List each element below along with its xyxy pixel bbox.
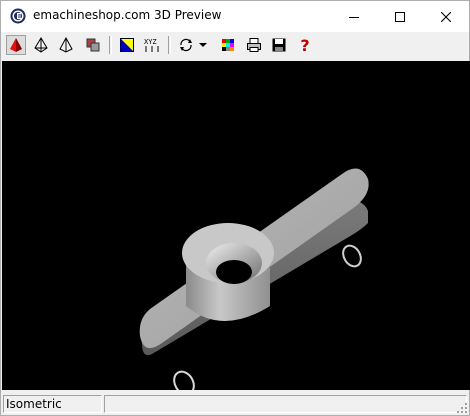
end-hole-left [173, 370, 195, 396]
window-title: emachineshop.com 3D Preview [33, 8, 222, 22]
xyz-axes-icon: XYZ [144, 38, 159, 52]
color-palette-icon [222, 39, 234, 51]
status-view-mode: Isometric [3, 395, 102, 413]
xyz-axes-button[interactable]: XYZ [142, 35, 162, 55]
toolbar-separator [109, 36, 112, 54]
minimize-button[interactable] [331, 1, 377, 32]
3d-model [139, 168, 369, 396]
help-icon: ? [300, 35, 310, 55]
title-bar[interactable]: emachineshop.com 3D Preview [1, 1, 469, 32]
help-button[interactable]: ? [295, 35, 315, 55]
save-icon [272, 38, 286, 52]
solid-view-icon [10, 38, 22, 52]
maximize-button[interactable] [377, 1, 423, 32]
svg-text:XYZ: XYZ [144, 38, 157, 46]
boss-hole-inner [216, 260, 252, 284]
emachineshop-logo-icon [10, 8, 26, 24]
preview-window: emachineshop.com 3D Preview XYZ ? Isomet… [0, 0, 470, 416]
print-icon [247, 38, 261, 52]
toolbar: XYZ ? [1, 32, 469, 60]
3d-viewport[interactable] [2, 61, 470, 396]
outline-view-icon [59, 37, 73, 53]
rotate-button[interactable] [176, 35, 196, 55]
solid-view-button[interactable] [6, 35, 26, 55]
color-palette-button[interactable] [218, 35, 238, 55]
close-icon [441, 11, 451, 22]
status-panel [104, 395, 467, 413]
toolbar-separator [168, 36, 171, 54]
wireframe-view-icon [34, 37, 48, 53]
close-button[interactable] [423, 1, 469, 32]
wireframe-view-button[interactable] [31, 35, 51, 55]
status-bar: Isometric [1, 393, 469, 415]
parts-button[interactable] [83, 35, 103, 55]
outline-view-button[interactable] [56, 35, 76, 55]
parts-icon [86, 38, 100, 52]
minimize-icon [349, 16, 359, 18]
print-button[interactable] [244, 35, 264, 55]
resize-grip-icon[interactable] [456, 402, 468, 414]
color-fill-button[interactable] [117, 35, 137, 55]
color-fill-icon [120, 38, 134, 52]
rotate-icon [180, 38, 192, 52]
end-hole-right [342, 244, 362, 268]
save-button[interactable] [269, 35, 289, 55]
maximize-icon [395, 11, 405, 22]
rotate-dropdown-button[interactable] [197, 35, 209, 55]
dropdown-arrow-icon [199, 43, 207, 47]
